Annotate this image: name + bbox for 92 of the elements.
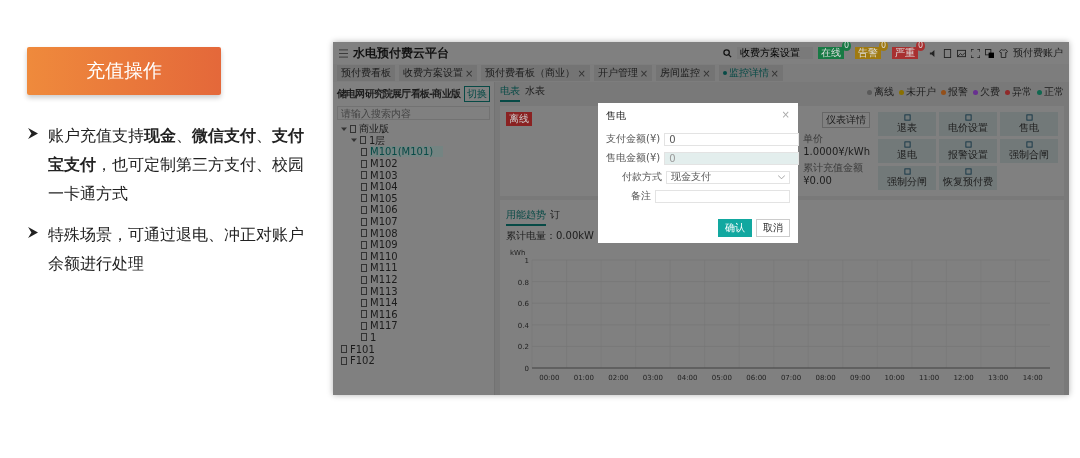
tree-item[interactable]: M110: [370, 250, 398, 262]
action-button[interactable]: 恢复预付费: [939, 166, 997, 190]
page-tab[interactable]: 预付费看板: [337, 65, 395, 81]
search-field[interactable]: 收费方案设置: [737, 47, 813, 59]
action-button[interactable]: 强制合闸: [1000, 139, 1058, 163]
count-badge: 0: [878, 42, 888, 51]
arrow-bullet-icon: [27, 227, 38, 238]
chart-tab[interactable]: 用能趋势: [506, 206, 546, 226]
close-icon[interactable]: ×: [770, 67, 779, 79]
status-button[interactable]: 在线: [818, 47, 844, 59]
page-tab[interactable]: 监控详情 ×: [718, 65, 783, 81]
stat-value: 1.0000¥/kWh: [803, 146, 870, 157]
app-title: 水电预付费云平台: [353, 44, 449, 62]
status-badge: 离线: [506, 112, 532, 126]
chart-tab[interactable]: 订: [550, 206, 560, 226]
tree-item[interactable]: M112: [370, 274, 398, 285]
slide-title: 充值操作: [27, 47, 221, 95]
tree-item[interactable]: F102: [350, 355, 375, 367]
action-button[interactable]: 报警设置: [939, 139, 997, 163]
tree-item[interactable]: M116: [370, 308, 398, 320]
field-label: 备注: [630, 189, 651, 203]
legend-label: 正常: [1044, 85, 1064, 99]
tree-item[interactable]: M102: [370, 158, 398, 170]
tree-item[interactable]: M109: [370, 239, 398, 251]
legend-label: 异常: [1012, 85, 1032, 99]
tree-item[interactable]: F101: [350, 343, 375, 355]
tree-item[interactable]: 1层: [369, 134, 386, 146]
confirm-button[interactable]: 确认: [718, 219, 752, 237]
meter-tab[interactable]: 电表: [500, 82, 520, 102]
count-badge: 0: [841, 42, 851, 51]
tree-item[interactable]: M107: [370, 216, 398, 228]
close-button[interactable]: ×: [781, 109, 790, 123]
count-badge: 0: [915, 42, 925, 51]
payment-select[interactable]: 现金支付: [666, 170, 790, 184]
dialog-title: 售电: [606, 109, 626, 123]
input-field[interactable]: [655, 189, 790, 203]
legend-label: 报警: [948, 85, 968, 99]
user-name[interactable]: 预付费账户: [1013, 46, 1063, 60]
chevron-down-icon: [778, 174, 785, 180]
close-icon[interactable]: ×: [465, 67, 474, 79]
tree-item[interactable]: M117: [370, 320, 398, 332]
close-icon[interactable]: ×: [639, 67, 649, 79]
legend-label: 未开户: [906, 85, 936, 99]
legend-label: 离线: [874, 85, 894, 99]
cancel-button[interactable]: 取消: [756, 219, 790, 237]
bullet-text: 特殊场景，可通过退电、冲正对账户余额进行处理: [48, 224, 305, 275]
translate-icon[interactable]: [985, 48, 994, 58]
action-button[interactable]: 电价设置: [939, 112, 997, 136]
action-button[interactable]: 退电: [878, 139, 936, 163]
arrow-bullet-icon: [27, 128, 38, 139]
tree-item[interactable]: M101(M101): [370, 146, 444, 158]
fullscreen-icon[interactable]: [971, 48, 980, 58]
action-button[interactable]: 售电: [1000, 112, 1058, 136]
tree-item[interactable]: 1: [370, 332, 377, 343]
field-label: 售电金额(¥): [606, 151, 661, 165]
image-icon[interactable]: [957, 48, 966, 58]
close-icon[interactable]: ×: [577, 67, 586, 79]
tree-item[interactable]: M114: [370, 297, 398, 309]
action-button[interactable]: 退表: [878, 112, 936, 136]
caret-icon[interactable]: [351, 137, 357, 144]
meter-detail-button[interactable]: 仪表详情: [822, 112, 870, 128]
menu-icon[interactable]: [339, 48, 348, 58]
caret-icon[interactable]: [341, 125, 347, 132]
stat-value: ¥0.00: [803, 175, 833, 186]
tree-item[interactable]: M111: [370, 262, 398, 274]
action-button[interactable]: 强制分闸: [878, 166, 936, 190]
page-tab[interactable]: 预付费看板（商业） ×: [481, 65, 590, 81]
bullet-text: 账户充值支持现金、微信支付、支付宝支付，也可定制第三方支付、校园一卡通方式: [48, 125, 305, 205]
shirt-icon[interactable]: [999, 48, 1008, 58]
page-tab[interactable]: 收费方案设置 ×: [399, 65, 478, 81]
tree-item[interactable]: M113: [370, 285, 398, 297]
tree-item[interactable]: M106: [370, 204, 398, 216]
document-icon[interactable]: [943, 48, 952, 58]
sidebar-title: 储电网研究院展厅看板-商业版: [337, 87, 460, 101]
field-label: 支付金额(¥): [606, 132, 661, 146]
tree-item[interactable]: M103: [370, 169, 398, 181]
meter-tab[interactable]: 水表: [525, 82, 545, 102]
switch-button[interactable]: 切换: [464, 86, 490, 102]
search-icon[interactable]: [723, 48, 732, 58]
tree-item[interactable]: M105: [370, 192, 398, 204]
status-button[interactable]: 告警: [855, 47, 881, 59]
page-tab[interactable]: 房间监控 ×: [656, 65, 715, 81]
field-label: 付款方式: [621, 170, 662, 184]
legend-label: 欠费: [980, 85, 1000, 99]
page-tab[interactable]: 开户管理 ×: [593, 65, 653, 81]
status-button[interactable]: 严重: [892, 47, 918, 59]
tree-item[interactable]: M104: [370, 181, 398, 193]
tree-item[interactable]: 商业版: [359, 123, 389, 135]
close-icon[interactable]: ×: [702, 67, 711, 79]
tree-item[interactable]: M108: [370, 227, 398, 239]
input-field[interactable]: 0: [664, 132, 800, 146]
total-energy-text: 累计电量：0.00kW: [506, 229, 595, 243]
